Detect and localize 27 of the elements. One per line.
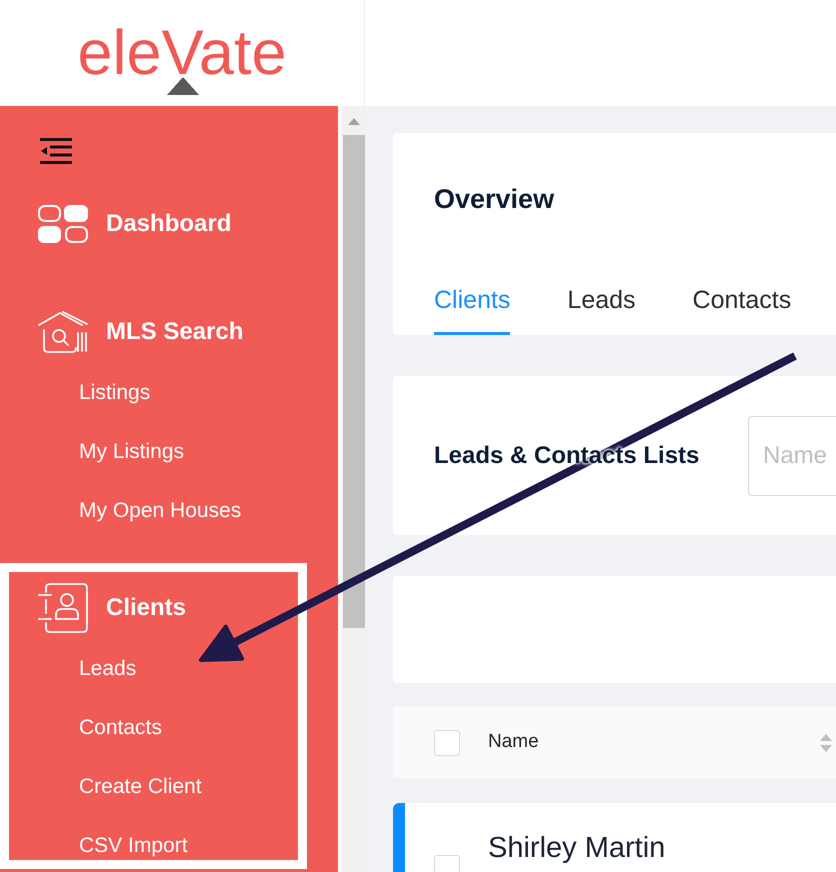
page-title: Overview — [434, 183, 554, 215]
sidebar-subitem[interactable]: CSV Import — [79, 832, 188, 860]
sidebar-item[interactable]: Dashboard — [38, 199, 232, 249]
table-cell-text: Shirley Martin — [488, 831, 666, 866]
sidebar-subitem[interactable]: Leads — [79, 655, 136, 683]
sidebar-subitem[interactable]: Listings — [79, 379, 150, 407]
checkbox[interactable] — [434, 855, 460, 872]
column-header[interactable]: Name — [488, 728, 539, 757]
tab[interactable]: Contacts — [692, 284, 792, 335]
sidebar-subitem[interactable]: Create Client — [79, 773, 202, 801]
tab[interactable]: Clients — [434, 284, 510, 335]
checkbox[interactable] — [434, 730, 460, 756]
address-book-icon — [38, 583, 88, 633]
scrollbar-thumb[interactable] — [342, 135, 364, 628]
sidebar-item[interactable]: Clients — [38, 583, 186, 633]
tab[interactable]: Leads — [567, 284, 636, 335]
sidebar-item[interactable]: MLS Search — [38, 307, 244, 357]
sidebar-subitem[interactable]: My Listings — [79, 438, 184, 466]
scroll-up-arrow-icon[interactable] — [348, 118, 360, 125]
search-field[interactable]: Name — [748, 416, 836, 496]
table-row[interactable]: Shirley Martin — [393, 803, 836, 872]
menu-collapse-icon[interactable] — [40, 138, 72, 164]
house-search-icon — [38, 311, 88, 353]
sort-icon[interactable] — [819, 732, 833, 752]
grid-icon — [38, 205, 88, 243]
sidebar-subitem[interactable]: My Open Houses — [79, 497, 242, 525]
sidebar-subitem[interactable]: Contacts — [79, 714, 162, 742]
